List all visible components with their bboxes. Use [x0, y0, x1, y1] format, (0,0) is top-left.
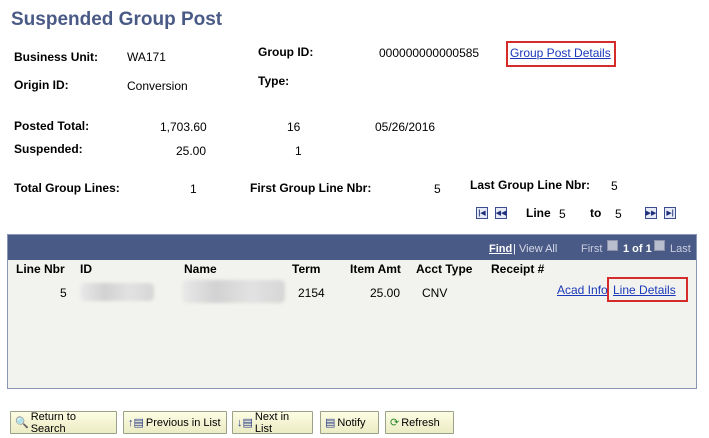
col-header-item-amt: Item Amt [350, 262, 401, 276]
business-unit-label: Business Unit: [14, 50, 99, 64]
origin-id-value: Conversion [127, 79, 188, 93]
next-line-nav-icon[interactable]: ▶▶ [645, 207, 657, 219]
previous-in-list-button[interactable]: ↑▤ Previous in List [123, 411, 227, 434]
origin-id-label: Origin ID: [14, 78, 69, 92]
grid-prev-icon[interactable] [607, 240, 618, 251]
group-lines-grid: Find | View All First 1 of 1 Last Line N… [7, 234, 697, 389]
grid-separator: | [513, 243, 516, 255]
last-line-nav-icon[interactable]: ▶| [664, 207, 676, 219]
refresh-button[interactable]: ⟳ Refresh [385, 411, 454, 434]
notify-label: Notify [337, 416, 366, 429]
last-group-line-label: Last Group Line Nbr: [470, 178, 590, 192]
up-list-icon: ↑▤ [128, 417, 144, 429]
acad-info-link[interactable]: Acad Info [557, 283, 608, 297]
line-to-label: to [590, 206, 602, 220]
line-details-link[interactable]: Line Details [613, 283, 676, 297]
type-label: Type: [258, 74, 290, 88]
group-id-label: Group ID: [258, 45, 314, 59]
suspended-amount: 25.00 [176, 144, 207, 158]
suspended-label: Suspended: [14, 142, 83, 156]
total-group-lines-value: 1 [190, 182, 197, 196]
cell-name-redacted [182, 280, 285, 303]
first-group-line-label: First Group Line Nbr: [250, 181, 372, 195]
line-from-value: 5 [559, 207, 566, 221]
col-header-line-nbr: Line Nbr [16, 262, 65, 276]
group-id-value: 000000000000585 [379, 46, 480, 60]
col-header-name: Name [184, 262, 217, 276]
col-header-id: ID [80, 262, 92, 276]
cell-line-nbr: 5 [60, 286, 67, 300]
col-header-term: Term [292, 262, 321, 276]
magnifier-icon: 🔍 [15, 417, 29, 429]
refresh-icon: ⟳ [390, 417, 400, 429]
suspended-count: 1 [295, 144, 302, 158]
posted-total-amount: 1,703.60 [160, 120, 207, 134]
posted-total-label: Posted Total: [14, 119, 90, 133]
next-in-list-label: Next in List [254, 410, 290, 435]
col-header-receipt: Receipt # [491, 262, 545, 276]
return-to-search-label: Return to Search [30, 410, 76, 435]
line-to-value: 5 [615, 207, 622, 221]
business-unit-value: WA171 [127, 50, 166, 64]
first-group-line-value: 5 [434, 182, 441, 196]
cell-term: 2154 [298, 286, 325, 300]
cell-id-redacted [80, 283, 154, 301]
return-to-search-button[interactable]: 🔍 Return to Search [10, 410, 117, 435]
cell-acct-type: CNV [422, 286, 448, 300]
previous-line-nav-icon[interactable]: ◀◀ [495, 207, 507, 219]
down-list-icon: ↓▤ [237, 417, 253, 429]
col-header-acct-type: Acct Type [416, 262, 473, 276]
previous-in-list-label: Previous in List [145, 416, 221, 429]
grid-first-link[interactable]: First [581, 243, 602, 255]
refresh-label: Refresh [401, 416, 440, 429]
page-title: Suspended Group Post [11, 9, 223, 30]
posted-total-count: 16 [287, 120, 301, 134]
grid-find-link[interactable]: Find [489, 243, 512, 255]
group-post-details-link[interactable]: Group Post Details [510, 46, 611, 60]
grid-header-bar: Find | View All First 1 of 1 Last [8, 235, 696, 260]
total-group-lines-label: Total Group Lines: [14, 181, 120, 195]
cell-item-amt: 25.00 [370, 286, 401, 300]
grid-pager-text: 1 of 1 [623, 243, 652, 255]
notify-icon: ▤ [325, 417, 336, 429]
grid-next-icon[interactable] [654, 240, 665, 251]
posted-date: 05/26/2016 [375, 120, 436, 134]
grid-last-link[interactable]: Last [670, 243, 691, 255]
first-line-nav-icon[interactable]: |◀ [476, 207, 488, 219]
grid-view-all-link[interactable]: View All [519, 243, 557, 255]
notify-button[interactable]: ▤ Notify [320, 411, 379, 434]
next-in-list-button[interactable]: ↓▤ Next in List [232, 410, 313, 435]
line-range-label: Line [526, 206, 551, 220]
last-group-line-value: 5 [611, 179, 618, 193]
